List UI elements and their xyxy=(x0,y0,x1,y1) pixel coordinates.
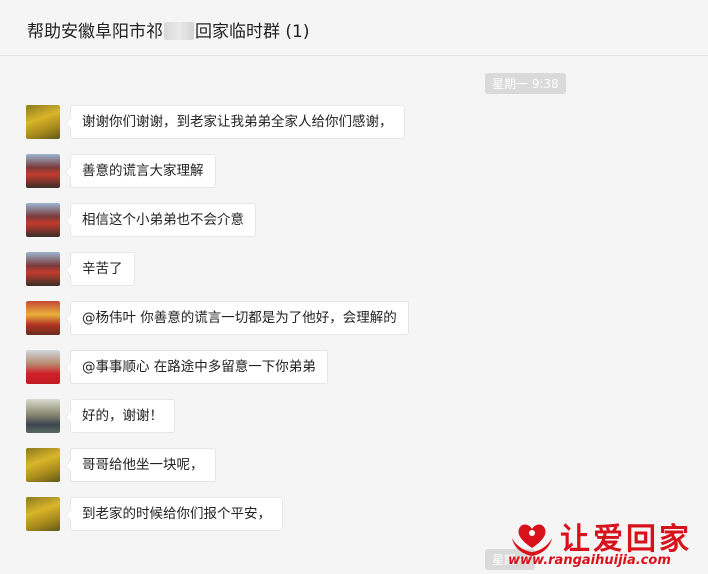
message-bubble[interactable]: 到老家的时候给你们报个平安， xyxy=(65,497,283,531)
chat-title: 帮助安徽阜阳市祁 回家临时群 (1) xyxy=(27,17,309,42)
message-bubble[interactable]: 辛苦了 xyxy=(65,252,135,286)
yellow-tree-avatar[interactable] xyxy=(26,497,60,531)
yellow-tree-avatar[interactable] xyxy=(26,448,60,482)
pavilion-avatar[interactable] xyxy=(26,252,60,286)
chat-header: 帮助安徽阜阳市祁 回家临时群 (1) xyxy=(0,0,708,56)
yellow-tree-avatar[interactable] xyxy=(26,105,60,139)
chat-title-suffix: 回家临时群 (1) xyxy=(195,22,310,42)
message-bubble[interactable]: 善意的谎言大家理解 xyxy=(65,154,216,188)
message-bubble[interactable]: @杨伟叶 你善意的谎言一切都是为了他好，会理解的 xyxy=(65,301,409,335)
message-bubble[interactable]: @事事顺心 在路途中多留意一下你弟弟 xyxy=(65,350,328,384)
person-outdoor-avatar[interactable] xyxy=(26,399,60,433)
person-red-shirt-avatar[interactable] xyxy=(26,350,60,384)
message-bubble[interactable]: 谢谢你们谢谢，到老家让我弟弟全家人给你们感谢， xyxy=(65,105,405,139)
pavilion-avatar[interactable] xyxy=(26,154,60,188)
redacted-text xyxy=(164,22,194,40)
watermark-url: www.rangaihuijia.com xyxy=(508,553,671,568)
site-watermark: 让爱回家 www.rangaihuijia.com xyxy=(508,516,708,574)
watermark-name: 让爱回家 xyxy=(560,522,692,557)
message-bubble[interactable]: 好的，谢谢！ xyxy=(65,399,175,433)
message-bubble[interactable]: 哥哥给他坐一块呢， xyxy=(65,448,216,482)
chat-title-text: 帮助安徽阜阳市祁 xyxy=(27,22,163,42)
message-bubble[interactable]: 相信这个小弟弟也不会介意 xyxy=(65,203,256,237)
heart-hands-logo-icon xyxy=(512,524,552,556)
red-flowers-avatar[interactable] xyxy=(26,301,60,335)
timestamp-badge: 星期一 9:38 xyxy=(485,73,566,94)
pavilion-avatar[interactable] xyxy=(26,203,60,237)
